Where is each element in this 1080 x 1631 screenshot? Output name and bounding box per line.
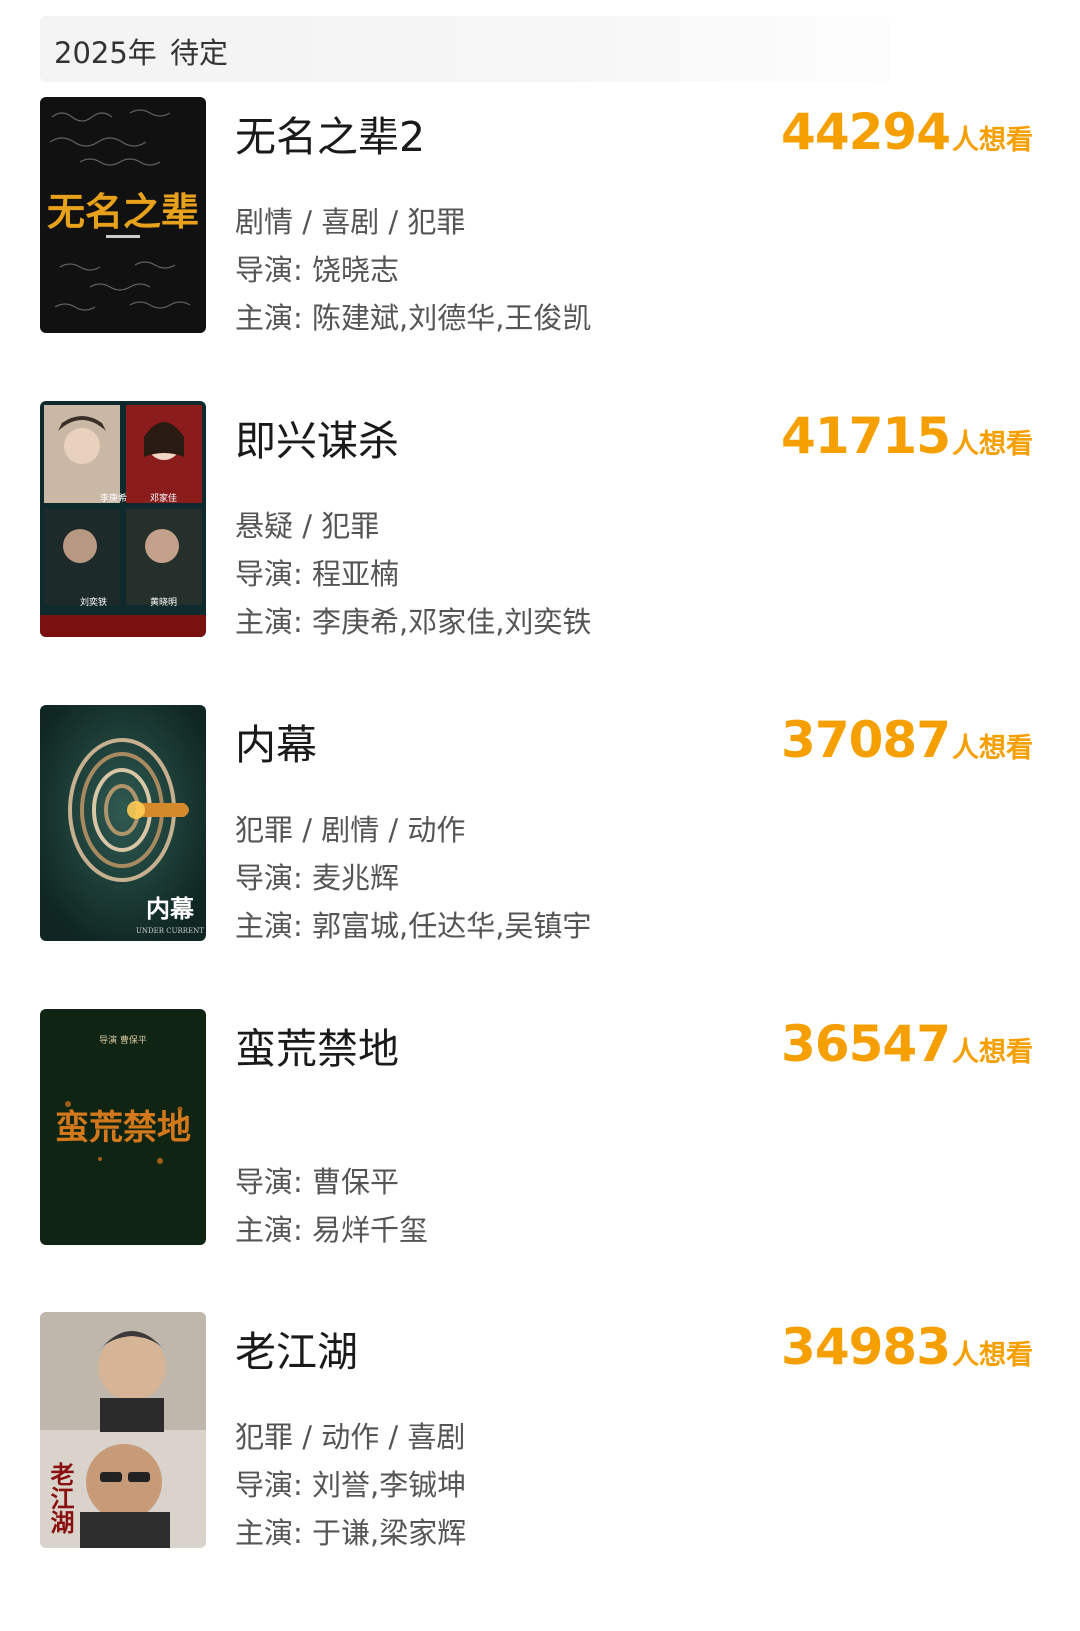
- poster-image: 李庚希 邓家佳 刘奕铁 黄晓明: [40, 401, 206, 637]
- poster-label: 黄晓明: [150, 596, 177, 608]
- poster-subtitle-text: UNDER CURRENT: [136, 927, 204, 935]
- movie-item[interactable]: 李庚希 邓家佳 刘奕铁 黄晓明 即兴谋杀 41715人想看 悬疑 / 犯罪 导演…: [0, 401, 1080, 639]
- want-count: 37087人想看: [781, 711, 1033, 769]
- movie-poster[interactable]: 无名之辈: [40, 97, 206, 333]
- want-number: 37087: [781, 711, 951, 769]
- movie-title[interactable]: 蛮荒禁地: [235, 1015, 399, 1075]
- movie-title[interactable]: 老江湖: [235, 1318, 358, 1378]
- want-number: 41715: [781, 407, 951, 465]
- poster-image: 老江湖: [40, 1312, 206, 1548]
- want-number: 34983: [781, 1318, 951, 1376]
- movie-cast: 主演: 易烊千玺: [235, 1213, 428, 1247]
- want-count: 44294人想看: [781, 103, 1033, 161]
- movie-genres: 犯罪 / 剧情 / 动作: [235, 813, 466, 847]
- want-unit: 人想看: [952, 1037, 1033, 1068]
- poster-title-text: 内幕: [146, 894, 195, 923]
- movie-poster[interactable]: 老江湖: [40, 1312, 206, 1548]
- poster-label: 李庚希: [100, 492, 127, 504]
- movie-item[interactable]: 内幕 UNDER CURRENT 内幕 37087人想看 犯罪 / 剧情 / 动…: [0, 705, 1080, 943]
- poster-image: 内幕 UNDER CURRENT: [40, 705, 206, 941]
- section-header: 2025年 待定: [40, 16, 890, 82]
- want-number: 36547: [781, 1015, 951, 1073]
- movie-cast: 主演: 郭富城,任达华,吴镇宇: [235, 909, 592, 943]
- want-unit: 人想看: [952, 1340, 1033, 1371]
- movie-director: 导演: 程亚楠: [235, 557, 399, 591]
- movie-genres: 悬疑 / 犯罪: [235, 509, 380, 543]
- movie-cast: 主演: 陈建斌,刘德华,王俊凯: [235, 301, 592, 335]
- poster-image: 导演 曹保平 蛮荒禁地: [40, 1009, 206, 1245]
- year-label: 2025年: [54, 36, 157, 70]
- want-count: 34983人想看: [781, 1318, 1033, 1376]
- poster-title-text: 老江湖: [46, 1462, 74, 1535]
- movie-title[interactable]: 无名之辈2: [235, 103, 425, 163]
- movie-genres: 犯罪 / 动作 / 喜剧: [235, 1420, 466, 1454]
- status-label: 待定: [170, 36, 229, 70]
- want-unit: 人想看: [952, 429, 1033, 460]
- movie-item[interactable]: 老江湖 老江湖 34983人想看 犯罪 / 动作 / 喜剧 导演: 刘誉,李铖坤…: [0, 1312, 1080, 1550]
- poster-top-text: 导演 曹保平: [99, 1034, 147, 1046]
- want-number: 44294: [781, 103, 951, 161]
- poster-title-text: 蛮荒禁地: [55, 1108, 191, 1148]
- poster-title-text: 无名之辈: [47, 190, 199, 234]
- movie-item[interactable]: 无名之辈 无名之辈2 44294人想看 剧情 / 喜剧 / 犯罪 导演: 饶晓志…: [0, 97, 1080, 335]
- want-unit: 人想看: [952, 125, 1033, 156]
- movie-poster[interactable]: 李庚希 邓家佳 刘奕铁 黄晓明: [40, 401, 206, 637]
- movie-genres: 剧情 / 喜剧 / 犯罪: [235, 205, 466, 239]
- movie-director: 导演: 饶晓志: [235, 253, 399, 287]
- movie-poster[interactable]: 导演 曹保平 蛮荒禁地: [40, 1009, 206, 1245]
- movie-poster[interactable]: 内幕 UNDER CURRENT: [40, 705, 206, 941]
- movie-director: 导演: 麦兆辉: [235, 861, 399, 895]
- movie-cast: 主演: 于谦,梁家辉: [235, 1516, 467, 1550]
- want-unit: 人想看: [952, 733, 1033, 764]
- want-count: 41715人想看: [781, 407, 1033, 465]
- movie-director: 导演: 曹保平: [235, 1165, 399, 1199]
- poster-label: 邓家佳: [150, 492, 177, 504]
- movie-item[interactable]: 导演 曹保平 蛮荒禁地 蛮荒禁地 36547人想看 导演: 曹保平 主演: 易烊…: [0, 1009, 1080, 1247]
- movie-title[interactable]: 即兴谋杀: [235, 407, 399, 467]
- poster-label: 刘奕铁: [80, 596, 107, 608]
- movie-cast: 主演: 李庚希,邓家佳,刘奕铁: [235, 605, 592, 639]
- poster-image: 无名之辈: [40, 97, 206, 333]
- movie-title[interactable]: 内幕: [235, 711, 317, 771]
- want-count: 36547人想看: [781, 1015, 1033, 1073]
- movie-director: 导演: 刘誉,李铖坤: [235, 1468, 467, 1502]
